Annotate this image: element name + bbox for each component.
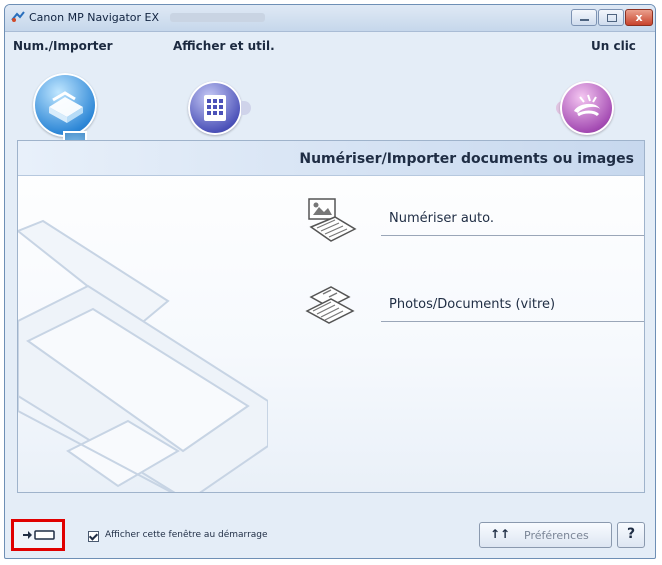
app-logo-icon bbox=[11, 11, 25, 22]
collapse-expand-button[interactable] bbox=[11, 519, 65, 551]
tab-scan-import-label[interactable]: Num./Importer bbox=[13, 39, 113, 53]
panel-title: Numériser/Importer documents ou images bbox=[299, 151, 634, 167]
auto-scan-icon bbox=[308, 198, 357, 242]
option-auto-scan-label: Numériser auto. bbox=[389, 211, 494, 226]
divider bbox=[381, 235, 644, 236]
show-at-startup-checkbox[interactable] bbox=[88, 531, 99, 542]
scan-import-panel: Numériser/Importer documents ou images N… bbox=[17, 140, 645, 493]
maximize-button[interactable] bbox=[598, 9, 624, 26]
arrow-right-icon bbox=[23, 530, 55, 540]
divider bbox=[381, 321, 644, 322]
preferences-button[interactable]: ↑↑ Préférences bbox=[479, 522, 612, 548]
tab-view-use-label[interactable]: Afficher et util. bbox=[173, 39, 275, 53]
close-button[interactable]: x bbox=[625, 9, 653, 26]
help-icon: ? bbox=[626, 526, 636, 542]
tab-view-use-handle bbox=[241, 101, 251, 115]
tab-one-click[interactable] bbox=[560, 81, 614, 135]
panel-header: Numériser/Importer documents ou images bbox=[18, 141, 644, 176]
option-photos-documents-label: Photos/Documents (vitre) bbox=[389, 297, 556, 312]
option-photos-documents-platen[interactable]: Photos/Documents (vitre) bbox=[303, 283, 644, 333]
platen-documents-icon bbox=[305, 286, 355, 324]
grid-view-icon bbox=[204, 95, 226, 121]
minimize-button[interactable] bbox=[571, 9, 597, 26]
option-auto-scan[interactable]: Numériser auto. bbox=[303, 197, 644, 247]
close-icon: x bbox=[635, 11, 643, 24]
window-title: Canon MP Navigator EX bbox=[29, 11, 160, 24]
preferences-label: Préférences bbox=[524, 529, 589, 542]
mode-tabs: Num./Importer Afficher et util. Un clic bbox=[5, 31, 655, 163]
title-bar[interactable]: Canon MP Navigator EX x bbox=[5, 5, 655, 32]
tab-one-click-label[interactable]: Un clic bbox=[591, 39, 636, 53]
tab-scan-import[interactable] bbox=[33, 73, 97, 137]
scanner-icon bbox=[49, 91, 83, 123]
title-redacted bbox=[170, 13, 265, 22]
one-click-icon bbox=[574, 94, 600, 117]
footer-bar: Afficher cette fenêtre au démarrage ↑↑ P… bbox=[5, 497, 655, 558]
show-at-startup-label[interactable]: Afficher cette fenêtre au démarrage bbox=[105, 530, 268, 540]
help-button[interactable]: ? bbox=[617, 522, 645, 548]
scanner-illustration bbox=[18, 219, 268, 492]
app-window: Canon MP Navigator EX x Num./Importer Af… bbox=[4, 4, 656, 559]
tab-view-use[interactable] bbox=[188, 81, 242, 135]
preferences-icon: ↑↑ bbox=[490, 527, 511, 541]
